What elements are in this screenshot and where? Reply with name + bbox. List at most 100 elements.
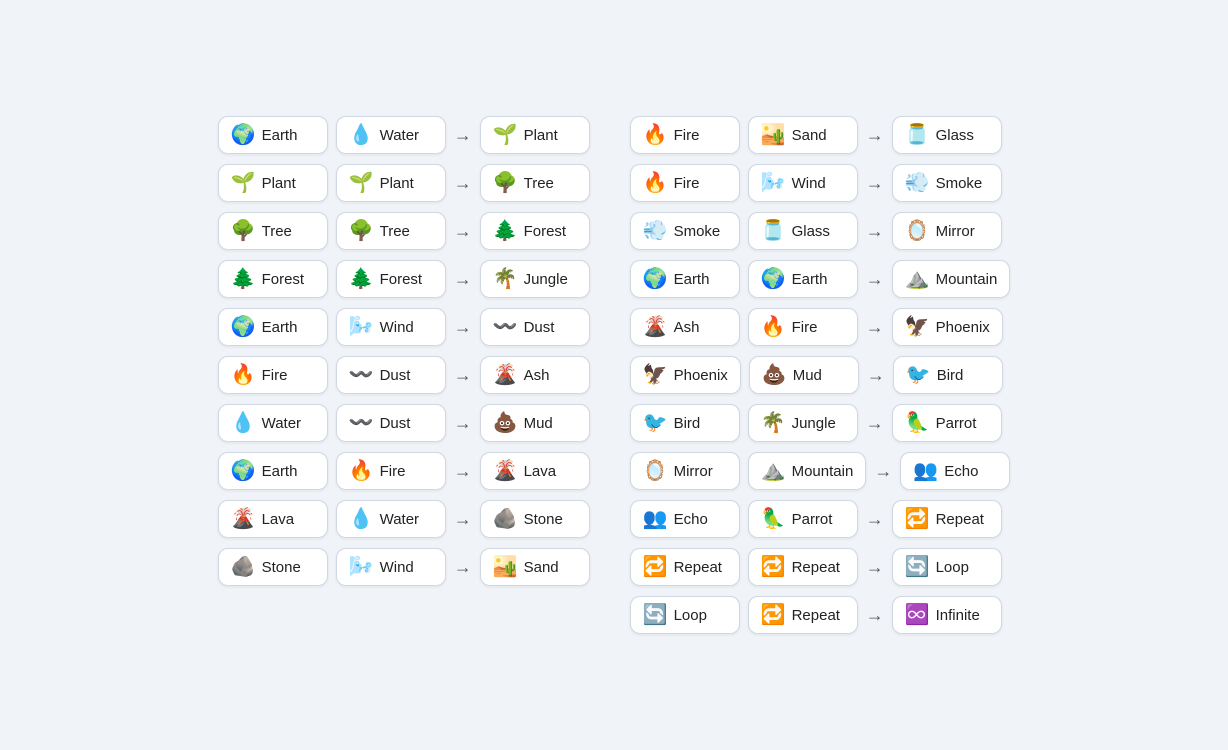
element-emoji: 👥 (643, 509, 668, 529)
element-label: Mud (793, 367, 822, 384)
element-badge-result: 💨 Smoke (892, 164, 1002, 202)
element-emoji: 💨 (905, 173, 930, 193)
element-badge-result: 🌴Jungle (480, 260, 590, 298)
arrow-icon: → (866, 605, 884, 626)
element-emoji: 🔁 (905, 509, 930, 529)
element-badge-b: 🔥Fire (336, 452, 446, 490)
element-label: Mountain (936, 271, 998, 288)
element-emoji: 🌬️ (349, 557, 374, 577)
element-label: Sand (524, 559, 559, 576)
element-emoji: 🌍 (231, 317, 256, 337)
element-emoji: ⛰️ (905, 269, 930, 289)
recipe-row: 🔁 Repeat 🔁 Repeat → 🔄Loop (630, 548, 1011, 586)
element-badge-a: 🔥Fire (218, 356, 328, 394)
element-badge-a: 🔥Fire (630, 164, 740, 202)
element-label: Parrot (792, 511, 833, 528)
element-label: Parrot (936, 415, 977, 432)
element-emoji: 〰️ (349, 413, 374, 433)
element-badge-b: 🔁 Repeat (748, 596, 858, 634)
recipe-row: 🔥Fire🌬️Wind→💨Smoke (630, 164, 1011, 202)
element-emoji: 💩 (762, 365, 787, 385)
element-label: Repeat (792, 607, 840, 624)
element-badge-a: 🌍 Earth (218, 308, 328, 346)
element-label: Repeat (792, 559, 840, 576)
element-emoji: 🐦 (906, 365, 931, 385)
element-badge-a: 🌍Earth (630, 260, 740, 298)
element-badge-a: 💨Smoke (630, 212, 740, 250)
element-label: Water (380, 127, 419, 144)
element-emoji: 〰️ (493, 317, 518, 337)
recipe-row: 🪨Stone🌬️Wind→🏜️Sand (218, 548, 590, 586)
element-emoji: 🌋 (643, 317, 668, 337)
arrow-icon: → (454, 365, 472, 386)
element-badge-b: 🌬️Wind (336, 308, 446, 346)
element-emoji: 🌋 (493, 461, 518, 481)
recipe-row: 🌳Tree🌳Tree→🌲Forest (218, 212, 590, 250)
element-badge-a: 🔁 Repeat (630, 548, 740, 586)
element-badge-result: 🔄Loop (892, 548, 1002, 586)
element-label: Smoke (936, 175, 983, 192)
element-label: Lava (524, 463, 557, 480)
element-badge-b: 🔁 Repeat (748, 548, 858, 586)
element-emoji: 🌲 (231, 269, 256, 289)
element-label: Loop (674, 607, 707, 624)
element-label: Ash (674, 319, 700, 336)
recipe-row: 🐦Bird🌴Jungle→🦜Parrot (630, 404, 1011, 442)
element-badge-result: ⛰️ Mountain (892, 260, 1011, 298)
element-emoji: 👥 (913, 461, 938, 481)
arrow-icon: → (866, 509, 884, 530)
element-label: Fire (674, 175, 700, 192)
element-emoji: 🐦 (643, 413, 668, 433)
element-emoji: 🏜️ (761, 125, 786, 145)
element-emoji: 🌍 (761, 269, 786, 289)
element-emoji: 🦜 (905, 413, 930, 433)
element-badge-a: 🌍Earth (218, 116, 328, 154)
recipe-row: 🌍Earth💧Water→🌱Plant (218, 116, 590, 154)
arrow-icon: → (866, 269, 884, 290)
element-emoji: 🌱 (493, 125, 518, 145)
element-emoji: 🔁 (761, 605, 786, 625)
element-badge-result: 💩Mud (480, 404, 590, 442)
element-badge-result: 🌱 Plant (480, 116, 590, 154)
element-emoji: 🌲 (349, 269, 374, 289)
element-badge-a: 🌳Tree (218, 212, 328, 250)
element-label: Tree (380, 223, 410, 240)
element-label: Fire (674, 127, 700, 144)
element-emoji: 🌳 (493, 173, 518, 193)
element-label: Jungle (524, 271, 568, 288)
element-emoji: 🌱 (349, 173, 374, 193)
element-badge-a: 🦅Phoenix (630, 356, 741, 394)
element-label: Repeat (674, 559, 722, 576)
element-label: Wind (380, 319, 414, 336)
element-emoji: 💧 (231, 413, 256, 433)
element-badge-b: 🌲 Forest (336, 260, 446, 298)
element-badge-result: 🌋 Lava (480, 452, 590, 490)
element-badge-a: 🌍Earth (218, 452, 328, 490)
arrow-icon: → (866, 557, 884, 578)
element-badge-b: 🌬️Wind (336, 548, 446, 586)
element-label: Phoenix (674, 367, 728, 384)
element-label: Earth (674, 271, 710, 288)
element-emoji: 🪨 (493, 509, 518, 529)
element-label: Plant (524, 127, 558, 144)
element-badge-a: 🔄 Loop (630, 596, 740, 634)
arrow-icon: → (867, 365, 885, 386)
element-emoji: 🔁 (761, 557, 786, 577)
element-badge-b: 💧Water (336, 116, 446, 154)
recipe-row: 🌍Earth🔥Fire→🌋Lava (218, 452, 590, 490)
element-badge-result: 🏜️Sand (480, 548, 590, 586)
element-emoji: 🔄 (643, 605, 668, 625)
element-label: Forest (380, 271, 423, 288)
element-emoji: 🔁 (643, 557, 668, 577)
element-badge-b: 🌳Tree (336, 212, 446, 250)
element-badge-result: 🦜 Parrot (892, 404, 1002, 442)
element-label: Echo (944, 463, 978, 480)
element-emoji: 🔄 (905, 557, 930, 577)
recipe-row: 🌋Ash🔥Fire→🦅Phoenix (630, 308, 1011, 346)
arrow-icon: → (454, 173, 472, 194)
element-emoji: 🔥 (761, 317, 786, 337)
element-label: Plant (380, 175, 414, 192)
element-badge-b: 🏜️Sand (748, 116, 858, 154)
element-label: Earth (262, 319, 298, 336)
element-emoji: 〰️ (349, 365, 374, 385)
